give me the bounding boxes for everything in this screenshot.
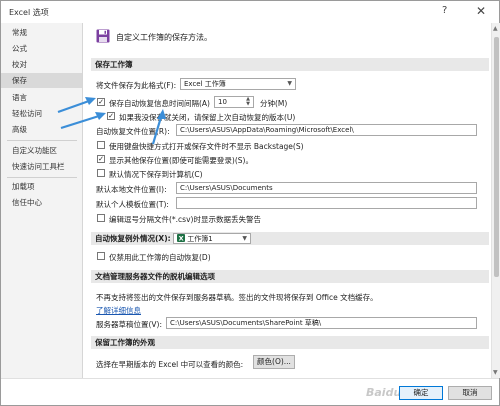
annotation-arrows — [57, 97, 166, 145]
cancel-button[interactable]: 取消 — [448, 386, 492, 400]
annotation-arrow-icon — [60, 114, 100, 130]
annotation-arrow-icon — [57, 99, 90, 114]
annotation-arrow-icon — [151, 116, 163, 145]
dialog-footer: Baidu经验 确定 取消 — [1, 378, 499, 405]
ok-button[interactable]: 确定 — [399, 386, 443, 400]
excel-options-dialog: Excel 选项 ? ✕ 常规 公式 校对 保存 语言 轻松访问 高级 自定义功… — [0, 0, 500, 406]
